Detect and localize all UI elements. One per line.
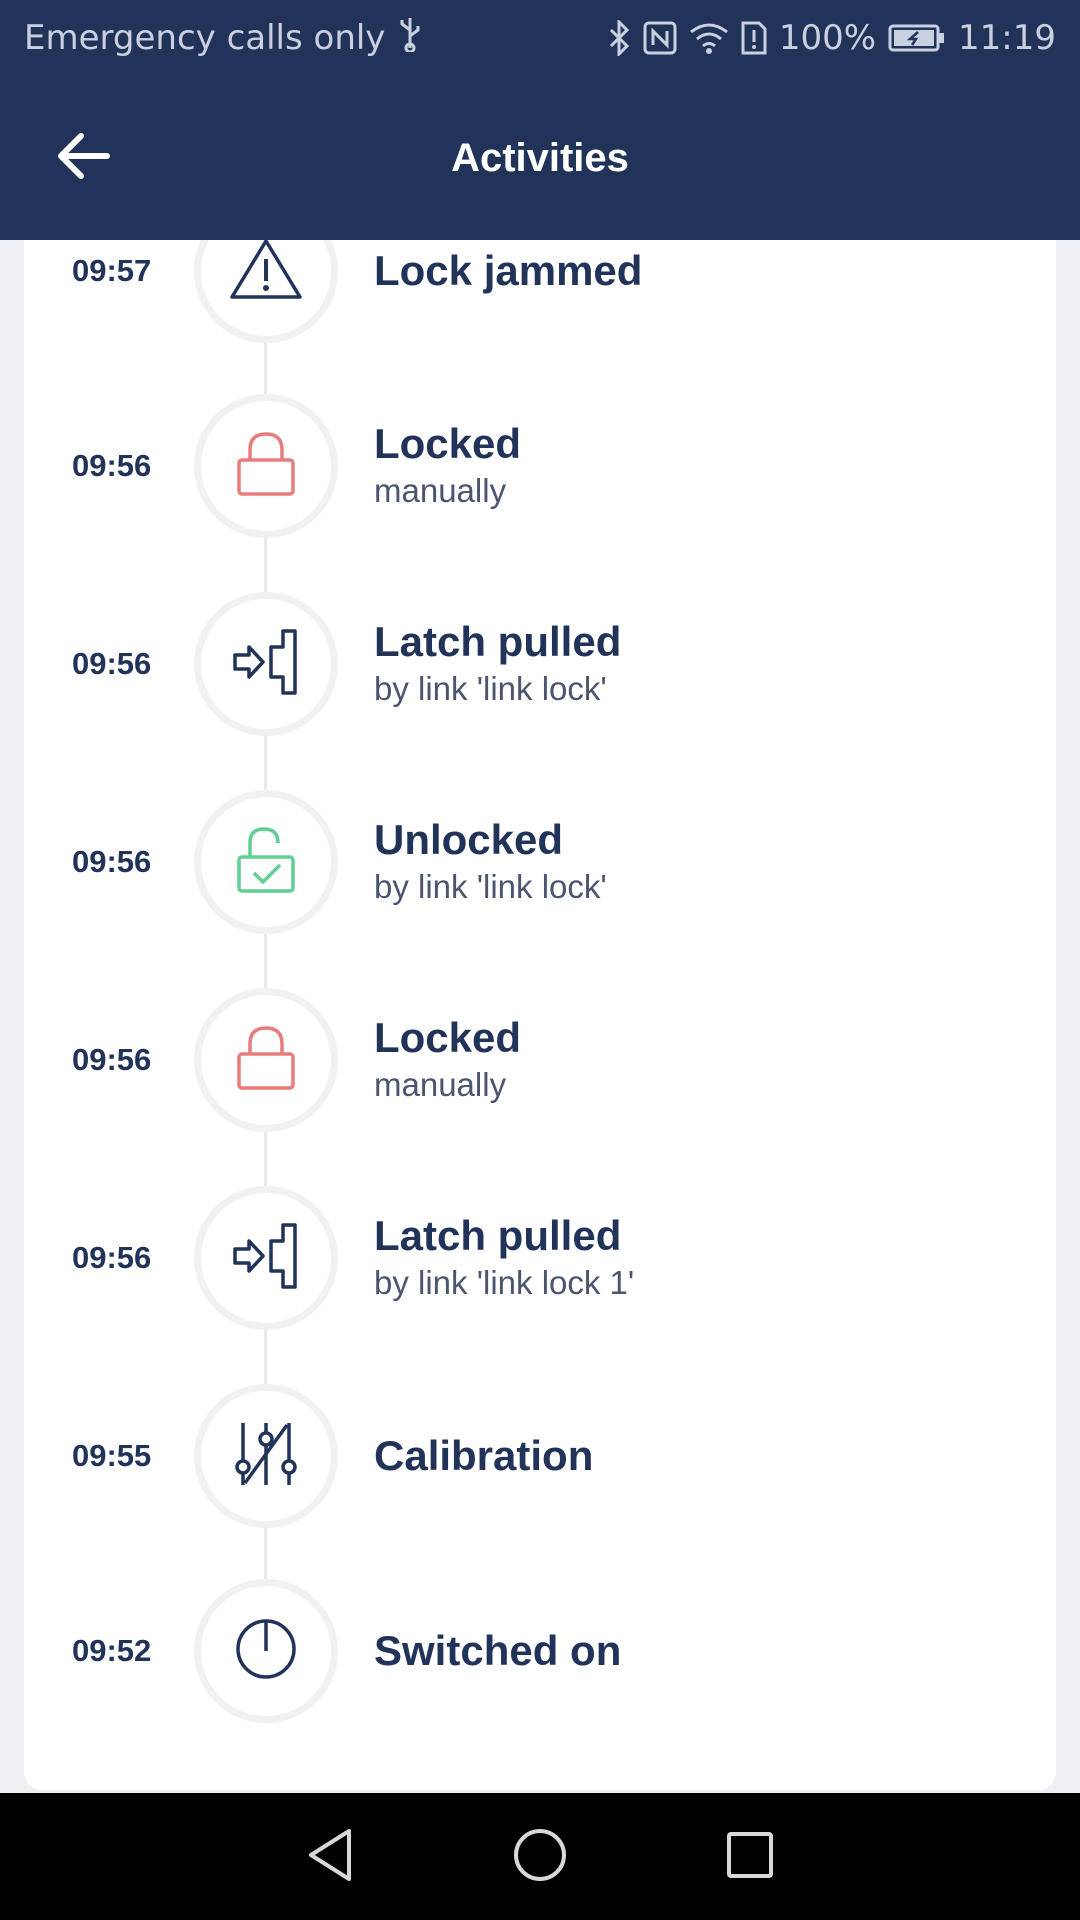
activity-icon-circle: [194, 592, 338, 736]
activity-time: 09:52: [72, 1633, 152, 1668]
activity-title: Latch pulled: [374, 1212, 622, 1259]
activity-title: Unlocked: [374, 816, 564, 863]
square-recents-icon: [725, 1830, 775, 1884]
unlock-check-icon: [234, 825, 298, 899]
circle-home-icon: [512, 1827, 568, 1887]
activity-text: Latch pulled by link 'link lock 1': [374, 1211, 634, 1305]
activity-time: 09:56: [72, 448, 152, 483]
latch-icon: [231, 1221, 301, 1295]
page-title: Activities: [451, 135, 629, 180]
activity-title: Switched on: [374, 1627, 622, 1674]
nfc-icon: [643, 21, 677, 55]
arrow-left-icon: [55, 132, 111, 184]
sim-alert-icon: [741, 21, 767, 55]
latch-icon: [231, 627, 301, 701]
activity-icon-circle: [194, 240, 338, 343]
activity-title: Locked: [374, 1014, 522, 1061]
activity-subtitle: manually: [374, 1066, 507, 1103]
carrier-text: Emergency calls only: [24, 18, 386, 58]
status-bar: Emergency calls only 100% 11:19: [0, 0, 1080, 76]
activity-row[interactable]: 09:56 Latch pulled by link 'link lock 1': [24, 1183, 1056, 1333]
nav-home-button[interactable]: [510, 1827, 570, 1887]
activity-icon-circle: [194, 1384, 338, 1528]
activity-text: Calibration: [374, 1431, 593, 1481]
status-left: Emergency calls only: [24, 16, 423, 61]
activity-title: Lock jammed: [374, 247, 643, 294]
nav-back-button[interactable]: [300, 1827, 360, 1887]
activity-subtitle: by link 'link lock': [374, 868, 607, 905]
activity-text: Locked manually: [374, 1013, 521, 1107]
app-bar: Activities: [0, 76, 1080, 240]
calibration-sliders-icon: [231, 1419, 301, 1493]
activities-content[interactable]: 09:57 Lock jammed 09:56 Locked manually: [0, 240, 1080, 1793]
activity-title: Latch pulled: [374, 618, 622, 665]
activity-subtitle: by link 'link lock': [374, 670, 607, 707]
usb-icon: [397, 16, 423, 61]
activity-row[interactable]: 09:56 Latch pulled by link 'link lock': [24, 589, 1056, 739]
activity-time: 09:55: [72, 1438, 152, 1473]
activity-icon-circle: [194, 394, 338, 538]
activity-text: Locked manually: [374, 419, 521, 513]
activity-subtitle: manually: [374, 472, 507, 509]
activity-title: Locked: [374, 420, 522, 467]
activity-row[interactable]: 09:52 Switched on: [24, 1576, 1056, 1726]
battery-percent: 100%: [778, 18, 877, 58]
back-button[interactable]: [50, 125, 116, 191]
bluetooth-icon: [607, 20, 631, 56]
activity-icon-circle: [194, 790, 338, 934]
activity-text: Latch pulled by link 'link lock': [374, 617, 621, 711]
activity-icon-circle: [194, 1186, 338, 1330]
activity-row[interactable]: 09:57 Lock jammed: [24, 240, 1056, 346]
activity-time: 09:56: [72, 1240, 152, 1275]
activity-time: 09:56: [72, 844, 152, 879]
activity-time: 09:57: [72, 253, 152, 288]
wifi-icon: [689, 22, 729, 54]
activity-row[interactable]: 09:56 Locked manually: [24, 391, 1056, 541]
activity-text: Unlocked by link 'link lock': [374, 815, 607, 909]
activity-text: Lock jammed: [374, 246, 642, 296]
activities-card: 09:57 Lock jammed 09:56 Locked manually: [24, 240, 1056, 1790]
activity-text: Switched on: [374, 1626, 621, 1676]
activity-row[interactable]: 09:56 Unlocked by link 'link lock': [24, 787, 1056, 937]
triangle-back-icon: [305, 1827, 355, 1887]
activity-time: 09:56: [72, 646, 152, 681]
nav-recents-button[interactable]: [720, 1827, 780, 1887]
activity-icon-circle: [194, 988, 338, 1132]
battery-icon: [888, 23, 946, 53]
activity-time: 09:56: [72, 1042, 152, 1077]
power-icon: [234, 1617, 298, 1685]
lock-icon: [234, 1024, 298, 1096]
lock-icon: [234, 430, 298, 502]
system-nav-bar: [0, 1793, 1080, 1920]
activity-row[interactable]: 09:55 Calibration: [24, 1381, 1056, 1531]
activity-title: Calibration: [374, 1432, 594, 1479]
warning-triangle-icon: [228, 240, 304, 305]
status-right: 100% 11:19: [607, 18, 1056, 58]
activity-row[interactable]: 09:56 Locked manually: [24, 985, 1056, 1135]
clock: 11:19: [958, 18, 1056, 58]
activity-subtitle: by link 'link lock 1': [374, 1264, 635, 1301]
activity-icon-circle: [194, 1579, 338, 1723]
